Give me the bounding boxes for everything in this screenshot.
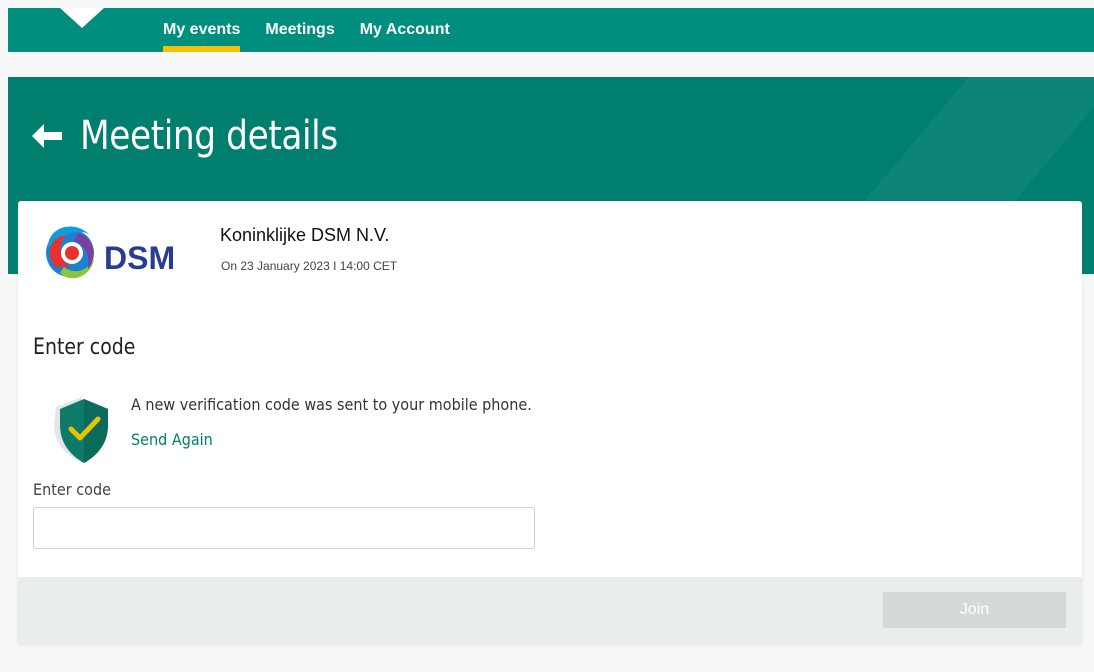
meeting-card: DSM Koninklijke DSM N.V. On 23 January 2…	[18, 201, 1082, 644]
arrow-left-icon[interactable]	[30, 122, 64, 150]
section-title: Enter code	[33, 335, 136, 360]
page-title: Meeting details	[80, 113, 338, 159]
nav-item-my-events[interactable]: My events	[163, 8, 241, 52]
nav-items: My events Meetings My Account	[163, 8, 475, 52]
dsm-logo-text: DSM	[104, 240, 175, 276]
meeting-date: On 23 January 2023 I 14:00 CET	[221, 259, 398, 273]
shield-check-icon	[54, 397, 108, 463]
code-field-label: Enter code	[33, 480, 111, 499]
nav-item-meetings[interactable]: Meetings	[265, 8, 334, 52]
verification-message: A new verification code was sent to your…	[131, 395, 532, 414]
nav-home-notch	[60, 8, 104, 28]
card-footer: Join	[18, 577, 1082, 644]
code-input[interactable]	[33, 507, 535, 549]
send-again-link[interactable]: Send Again	[131, 430, 213, 449]
dsm-logo: DSM	[46, 226, 175, 279]
nav-item-my-account[interactable]: My Account	[360, 8, 450, 52]
company-name: Koninklijke DSM N.V.	[220, 225, 390, 245]
join-button[interactable]: Join	[883, 592, 1066, 628]
top-navigation: My events Meetings My Account	[8, 8, 1094, 52]
